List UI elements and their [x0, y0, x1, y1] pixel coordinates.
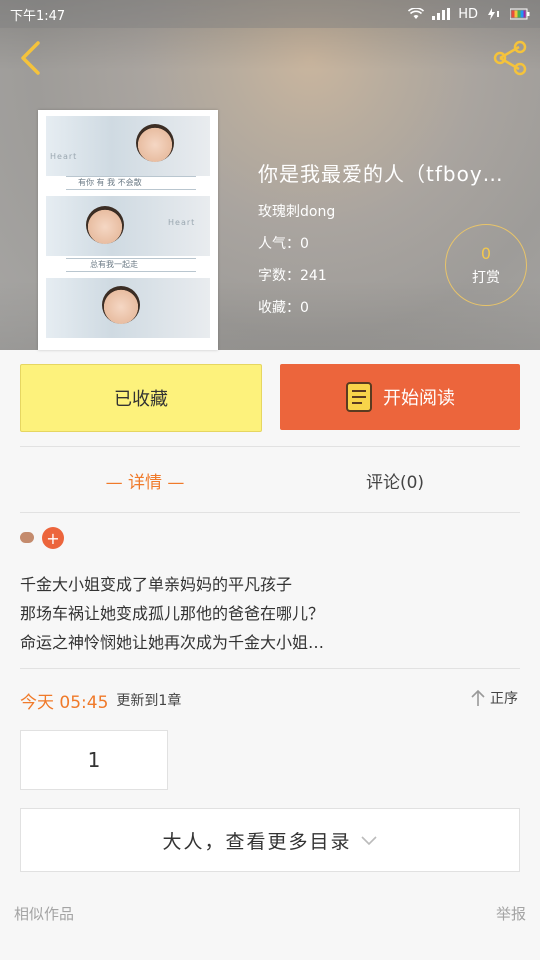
- cover-caption: 总有我一起走: [90, 260, 138, 269]
- tab-detail-label: — 详情 —: [105, 472, 185, 493]
- network-type: HD: [458, 6, 478, 22]
- book-author[interactable]: 玫瑰刺dong: [258, 201, 540, 221]
- tab-comments-label: 评论(0): [365, 472, 425, 493]
- book-summary[interactable]: 千金大小姐变成了单亲妈妈的平凡孩子 那场车祸让她变成孤儿那他的爸爸在哪儿？ 命运…: [20, 570, 520, 657]
- arrow-up-icon: [471, 689, 485, 706]
- wifi-icon: [408, 8, 425, 19]
- divider: [20, 446, 520, 447]
- similar-works-label: 相似作品: [14, 905, 75, 923]
- battery-icon: [510, 8, 530, 20]
- cover-figure: [86, 206, 124, 244]
- update-text: 更新到1章: [116, 693, 182, 709]
- tip-label: 打赏: [472, 269, 500, 286]
- tip-count: 0: [480, 243, 492, 263]
- status-time: 下午1:47: [10, 8, 66, 24]
- cover-watermark: Heart: [168, 218, 196, 227]
- cover-watermark: Heart: [50, 152, 78, 161]
- divider: [20, 512, 520, 513]
- cover-caption: 有你 有 我 不会散: [78, 178, 142, 187]
- divider: [20, 668, 520, 669]
- more-toc-button[interactable]: 大人，查看更多目录: [20, 808, 520, 872]
- update-date: 今天 05:45: [20, 692, 109, 713]
- summary-line: 千金大小姐变成了单亲妈妈的平凡孩子: [20, 575, 293, 594]
- summary-line: 那场车祸让她变成孤儿那他的爸爸在哪儿？: [20, 604, 325, 623]
- tip-button[interactable]: 0 打赏: [445, 224, 527, 306]
- plus-icon: +: [46, 528, 60, 548]
- tab-comments[interactable]: 评论(0): [270, 460, 520, 500]
- status-bar: 下午1:47 HD: [0, 0, 540, 28]
- cover-figure: [136, 124, 174, 162]
- start-reading-button[interactable]: 开始阅读: [280, 364, 520, 430]
- status-indicators: HD: [408, 7, 530, 22]
- start-reading-label: 开始阅读: [383, 388, 455, 409]
- collected-label: 已收藏: [114, 389, 168, 410]
- report-button[interactable]: 举报: [496, 903, 526, 924]
- sort-order-button[interactable]: 正序: [470, 688, 518, 708]
- back-button[interactable]: [10, 38, 50, 78]
- summary-line: 命运之神怜悯她让她再次成为千金大小姐…: [20, 633, 325, 652]
- update-info: 今天 05:45 更新到1章: [20, 686, 520, 714]
- share-icon: [493, 40, 527, 76]
- sort-order-label: 正序: [490, 691, 518, 707]
- more-toc-label: 大人，查看更多目录: [162, 830, 352, 853]
- tag-pill[interactable]: [20, 532, 34, 543]
- cover-photo-panel: [46, 116, 210, 176]
- chevron-left-icon: [21, 41, 40, 75]
- chapter-button[interactable]: 1: [20, 730, 168, 790]
- book-cover[interactable]: Heart 有你 有 我 不会散 Heart 总有我一起走: [38, 110, 218, 350]
- chapter-number: 1: [87, 748, 101, 772]
- add-tag-button[interactable]: +: [42, 527, 64, 549]
- chevron-down-icon: [360, 836, 377, 846]
- book-icon: [346, 382, 372, 412]
- share-button[interactable]: [490, 38, 530, 78]
- cover-figure: [102, 286, 140, 324]
- signal-icon: [432, 8, 451, 20]
- charging-icon: [488, 8, 499, 20]
- tab-detail[interactable]: — 详情 —: [20, 460, 270, 500]
- collected-button[interactable]: 已收藏: [20, 364, 262, 432]
- book-title: 你是我最爱的人（tfboy…: [258, 162, 504, 186]
